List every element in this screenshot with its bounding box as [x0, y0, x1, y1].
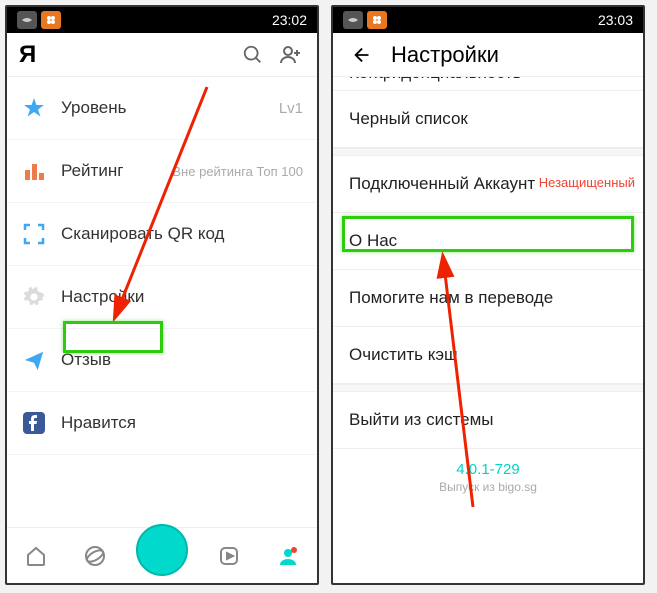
- plane-icon: [21, 347, 47, 373]
- settings-label: Подключенный Аккаунт: [349, 174, 535, 193]
- version-block: 4.0.1-729 Выпуск из bigo.sg: [333, 449, 643, 506]
- add-user-icon[interactable]: [277, 41, 305, 69]
- statusbar: 23:02: [7, 7, 317, 33]
- bottom-nav: [7, 527, 317, 583]
- version-sub: Выпуск из bigo.sg: [345, 480, 631, 494]
- menu-label: Сканировать QR код: [61, 224, 224, 244]
- settings-item-blacklist[interactable]: Черный список: [333, 91, 643, 148]
- phone-right: 23:03 Настройки Конфиденциальность Черны…: [331, 5, 645, 585]
- status-notification-icon: [343, 11, 363, 29]
- menu-scroll: Уровень Lv1 Рейтинг Вне рейтинга Топ 100…: [7, 77, 317, 527]
- nav-video[interactable]: [212, 539, 246, 573]
- menu-item-rating[interactable]: Рейтинг Вне рейтинга Топ 100: [7, 140, 317, 203]
- menu-item-level[interactable]: Уровень Lv1: [7, 77, 317, 140]
- settings-item-translate[interactable]: Помогите нам в переводе: [333, 270, 643, 327]
- menu-value: Вне рейтинга Топ 100: [172, 164, 303, 179]
- star-icon: [21, 95, 47, 121]
- status-app-icon: [367, 11, 387, 29]
- menu-value: Lv1: [279, 100, 303, 117]
- search-icon[interactable]: [239, 41, 267, 69]
- gear-icon: [21, 284, 47, 310]
- settings-item-logout[interactable]: Выйти из системы: [333, 391, 643, 449]
- nav-profile[interactable]: [271, 539, 305, 573]
- unprotected-warning: Незащищенный: [539, 175, 635, 190]
- menu-item-settings[interactable]: Настройки: [7, 266, 317, 329]
- facebook-icon: [21, 410, 47, 436]
- version-number: 4.0.1-729: [345, 461, 631, 478]
- nav-home[interactable]: [19, 539, 53, 573]
- header: Я: [7, 33, 317, 77]
- status-app-icon: [41, 11, 61, 29]
- settings-item-clearcache[interactable]: Очистить кэш: [333, 327, 643, 384]
- menu-label: Отзыв: [61, 350, 111, 370]
- qr-icon: [21, 221, 47, 247]
- status-notification-icon: [17, 11, 37, 29]
- bars-icon: [21, 158, 47, 184]
- statusbar-clock: 23:03: [598, 12, 633, 28]
- menu-label: Настройки: [61, 287, 144, 307]
- statusbar: 23:03: [333, 7, 643, 33]
- statusbar-clock: 23:02: [272, 12, 307, 28]
- header: Настройки: [333, 33, 643, 77]
- nav-live-button[interactable]: [136, 524, 188, 576]
- menu-item-qr[interactable]: Сканировать QR код: [7, 203, 317, 266]
- settings-item-privacy[interactable]: Конфиденциальность: [333, 77, 643, 91]
- page-title: Настройки: [391, 42, 499, 68]
- settings-item-connected[interactable]: Подключенный Аккаунт Незащищенный: [333, 155, 643, 213]
- menu-item-feedback[interactable]: Отзыв: [7, 329, 317, 392]
- menu-label: Рейтинг: [61, 161, 123, 181]
- settings-item-about[interactable]: О Нас: [333, 213, 643, 270]
- menu-label: Нравится: [61, 413, 136, 433]
- back-button[interactable]: [345, 44, 381, 66]
- nav-explore[interactable]: [78, 539, 112, 573]
- menu-item-like[interactable]: Нравится: [7, 392, 317, 455]
- menu-label: Уровень: [61, 98, 127, 118]
- settings-scroll: Конфиденциальность Черный список Подключ…: [333, 77, 643, 583]
- header-title: Я: [19, 41, 36, 69]
- phone-left: 23:02 Я Уровень Lv1 Рейтинг Вне рейтинга…: [5, 5, 319, 585]
